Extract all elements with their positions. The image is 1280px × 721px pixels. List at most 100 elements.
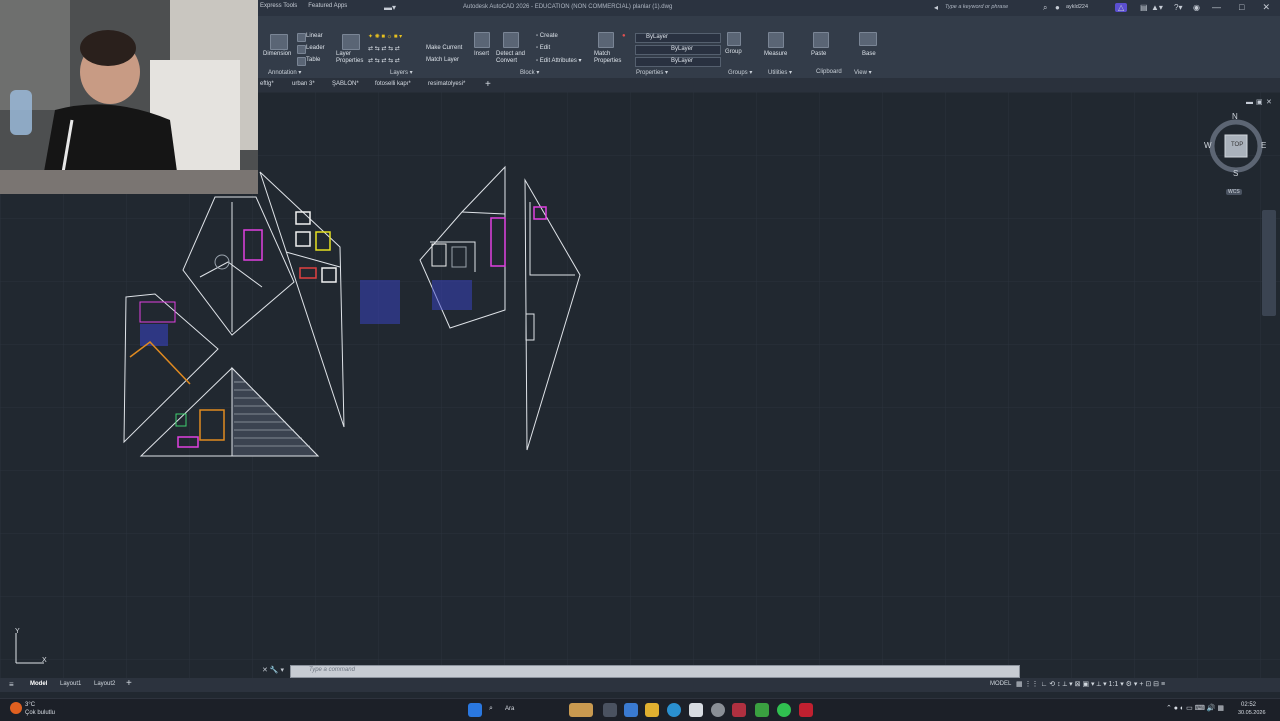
panel-groups[interactable]: Groups ▾ — [728, 69, 752, 76]
tray-icons[interactable]: ⌃ ● ◐ ▭ ⌨ 🔊 ▦ — [1166, 704, 1224, 712]
tab-express-tools[interactable]: Express Tools — [260, 3, 297, 9]
table-button[interactable]: Table — [306, 57, 320, 63]
file-tab[interactable]: fotoselli kapı* — [375, 81, 411, 87]
base-icon[interactable] — [859, 32, 877, 46]
tab-model[interactable]: Model — [30, 681, 47, 687]
cart-icon[interactable]: ▤ — [1140, 3, 1148, 12]
tab-overflow-icon[interactable]: ▬▾ — [384, 3, 396, 12]
clock-time[interactable]: 02:52 — [1241, 702, 1256, 708]
vertical-scrollbar[interactable] — [1262, 210, 1276, 316]
user-icon[interactable]: ● — [1055, 3, 1060, 12]
autocad-icon[interactable] — [732, 703, 746, 717]
layer-properties-button[interactable]: Layer Properties — [336, 51, 366, 65]
lineweight-dropdown[interactable]: ByLayer — [635, 57, 721, 67]
group-button[interactable]: Group — [725, 49, 742, 55]
minimize-button[interactable]: — — [1212, 2, 1221, 13]
file-tab[interactable]: eftlg* — [260, 81, 274, 87]
paste-icon[interactable] — [813, 32, 829, 48]
acrobat-icon[interactable] — [799, 703, 813, 717]
tab-layout2[interactable]: Layout2 — [94, 681, 115, 687]
add-layout-button[interactable]: + — [126, 678, 132, 689]
menu-icon[interactable]: ≡ — [9, 680, 14, 689]
match-properties-button[interactable]: Match Properties — [594, 51, 624, 65]
learn-icon[interactable]: ◉ — [1193, 3, 1200, 12]
layer-state-icons[interactable]: ✦ ✺ ■ ☼ ■ ▾ — [368, 33, 402, 40]
panel-clipboard[interactable]: Clipboard — [816, 69, 842, 75]
compass-west[interactable]: W — [1204, 141, 1212, 150]
widget-icon[interactable] — [569, 703, 593, 717]
color-dropdown[interactable]: ByLayer — [635, 33, 721, 43]
linear-button[interactable]: Linear — [306, 33, 323, 39]
panel-view[interactable]: View ▾ — [854, 69, 872, 76]
insert-icon[interactable] — [474, 32, 490, 48]
leader-button[interactable]: Leader — [306, 45, 325, 51]
copilot-icon[interactable] — [624, 703, 638, 717]
panel-block[interactable]: Block ▾ — [520, 69, 539, 76]
file-tab[interactable]: resimatolyesi* — [428, 81, 465, 87]
search-icon[interactable]: ⌕ — [1043, 3, 1047, 13]
base-button[interactable]: Base — [862, 51, 876, 57]
match-properties-icon[interactable] — [598, 32, 614, 48]
command-input[interactable]: Type a command — [309, 667, 355, 673]
viewport-minimize-icon[interactable]: ▬ — [1246, 99, 1253, 106]
connect-icon[interactable]: ▲▾ — [1151, 3, 1163, 12]
status-tools[interactable]: ▦ ⋮⋮ ∟ ⟲ ↕ ⟂ ▾ ⊠ ▣ ▾ ⟂ ▾ 1:1 ▾ ⚙ ▾ + ⊡ ⊟… — [1016, 680, 1165, 689]
notifications-icon[interactable]: △ — [1115, 3, 1128, 12]
start-icon[interactable] — [468, 703, 482, 717]
help-icon[interactable]: ?▾ — [1174, 3, 1182, 12]
wcs-menu[interactable]: WCS — [1226, 189, 1242, 195]
create-button[interactable]: ▫ Create — [536, 33, 558, 39]
viewport-restore-icon[interactable]: ▣ — [1256, 99, 1263, 106]
detect-convert-icon[interactable] — [503, 32, 519, 48]
obs-icon[interactable] — [711, 703, 725, 717]
detect-and-convert-button[interactable]: Detect and Convert — [496, 51, 528, 65]
compass-east[interactable]: E — [1261, 141, 1266, 150]
insert-button[interactable]: Insert — [474, 51, 489, 57]
share-icon[interactable]: ◂ — [934, 3, 938, 12]
edit-button[interactable]: ▫ Edit — [536, 45, 550, 51]
compass-north[interactable]: N — [1232, 112, 1238, 121]
linetype-dropdown[interactable]: ByLayer — [635, 45, 721, 55]
whatsapp-icon[interactable] — [777, 703, 791, 717]
command-line[interactable]: Type a command — [290, 665, 1020, 678]
task-view-icon[interactable] — [603, 703, 617, 717]
panel-properties[interactable]: Properties ▾ — [636, 69, 668, 76]
tab-featured-apps[interactable]: Featured Apps — [308, 3, 347, 9]
paste-button[interactable]: Paste — [811, 51, 826, 57]
viewport-controls[interactable]: ▬ ▣ ✕ — [1246, 99, 1272, 106]
edit-attributes-button[interactable]: ▫ Edit Attributes ▾ — [536, 57, 582, 64]
model-space-button[interactable]: MODEL — [990, 681, 1011, 687]
edge-icon[interactable] — [667, 703, 681, 717]
panel-utilities[interactable]: Utilities ▾ — [768, 69, 792, 76]
measure-button[interactable]: Measure — [764, 51, 787, 57]
tab-layout1[interactable]: Layout1 — [60, 681, 81, 687]
user-name[interactable]: aykld224 — [1066, 4, 1088, 10]
store-icon[interactable] — [689, 703, 703, 717]
group-icon[interactable] — [727, 32, 741, 46]
dimension-button[interactable]: Dimension — [263, 51, 291, 57]
view-cube[interactable]: TOP N S E W WCS — [1204, 112, 1268, 202]
file-tab[interactable]: ŞABLON* — [332, 81, 359, 87]
clock-date[interactable]: 30.05.2026 — [1238, 710, 1266, 716]
command-line-tools[interactable]: ✕ 🔧 ▾ — [262, 666, 284, 674]
add-tab-button[interactable]: + — [485, 79, 491, 90]
search-input[interactable]: Type a keyword or phrase — [945, 4, 1008, 10]
view-cube-top-label[interactable]: TOP — [1231, 142, 1243, 148]
close-button[interactable]: ✕ — [1262, 2, 1270, 13]
panel-annotation[interactable]: Annotation ▾ — [268, 69, 301, 76]
taskbar-search[interactable]: ⌕ Ara — [489, 704, 569, 716]
maximize-button[interactable]: □ — [1239, 2, 1244, 13]
layer-tools-row-1[interactable]: ⇄ ⇆ ⇄ ⇆ ⇄ — [368, 45, 400, 52]
panel-layers[interactable]: Layers ▾ — [390, 69, 413, 76]
compass-south[interactable]: S — [1233, 169, 1238, 178]
file-tab[interactable]: urban 3* — [292, 81, 315, 87]
weather-icon[interactable] — [10, 702, 22, 714]
layer-tools-row-2[interactable]: ⇄ ⇆ ⇄ ⇆ ⇄ — [368, 57, 400, 64]
viewport-close-icon[interactable]: ✕ — [1266, 99, 1272, 106]
measure-icon[interactable] — [768, 32, 784, 48]
layer-properties-icon[interactable] — [342, 34, 360, 50]
file-explorer-icon[interactable] — [645, 703, 659, 717]
dimension-icon[interactable] — [270, 34, 288, 50]
make-current-button[interactable]: Make Current — [426, 45, 462, 51]
match-layer-button[interactable]: Match Layer — [426, 57, 459, 63]
